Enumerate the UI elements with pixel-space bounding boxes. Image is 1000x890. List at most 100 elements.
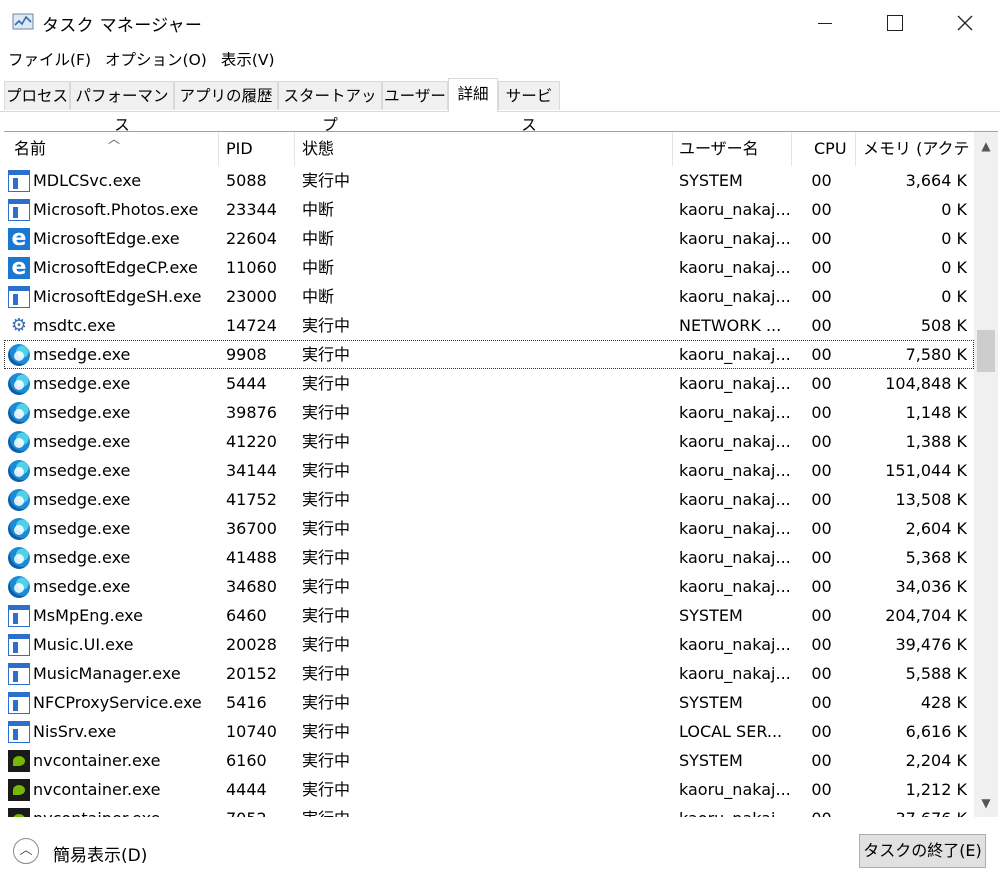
process-status: 中断 [302,229,335,248]
table-row[interactable]: msedge.exe 36700 実行中 kaoru_nakaj... 00 2,604 … [4,514,974,543]
table-row[interactable]: nvcontainer.exe 7052 実行中 kaoru_nakaj...00 37… [4,804,974,817]
column-status[interactable]: 状態 [302,132,672,166]
process-pid: 41220 [226,432,277,451]
process-name: NFCProxyService.exe [33,693,202,712]
process-status: 実行中 [302,519,351,538]
fewer-details-link[interactable]: 簡易表示(D) [53,841,147,866]
exe-icon [8,721,30,743]
process-user: kaoru_nakaj... [679,804,791,817]
exe-icon [8,170,30,192]
scroll-up-icon[interactable]: ▲ [974,132,998,160]
process-name: msedge.exe [33,577,131,596]
table-row[interactable]: nvcontainer.exe 6160 実行中 SYSTEM 00 2,204 K [4,746,974,775]
process-memory: 2,204 K [905,751,967,770]
process-name: msedge.exe [33,490,131,509]
table-row[interactable]: e MicrosoftEdgeCP.exe 11060 中断 kaoru_nakaj..… [4,253,974,282]
process-pid: 39876 [226,403,277,422]
menu-options[interactable]: オプション(O) [98,46,214,74]
process-user: kaoru_nakaj... [679,490,791,509]
column-cpu[interactable]: CPU [814,132,859,166]
table-row[interactable]: msedge.exe 41220 実行中 kaoru_nakaj... 00 1,388 … [4,427,974,456]
table-row[interactable]: NFCProxyService.exe 5416 実行中 SYSTEM 00 428 K [4,688,974,717]
process-memory: 0 K [941,287,967,306]
msdtc-icon: ⚙ [10,315,28,336]
table-row[interactable]: msedge.exe 9908 実行中 kaoru_nakaj... 00 7,580 K [4,340,974,369]
edge-icon [8,576,30,598]
edge-icon [8,518,30,540]
vertical-scrollbar[interactable]: ▲ ▼ [974,132,998,817]
tab-processes[interactable]: プロセス [4,81,70,110]
process-pid: 34680 [226,577,277,596]
scroll-thumb[interactable] [977,330,995,372]
maximize-button[interactable] [860,0,930,46]
edge-icon [8,460,30,482]
process-name: msedge.exe [33,461,131,480]
column-name[interactable]: 名前 [14,132,214,166]
process-memory: 0 K [941,258,967,277]
menu-view[interactable]: 表示(V) [214,46,282,74]
process-user: kaoru_nakaj... [679,287,791,306]
exe-icon [8,286,30,308]
exe-icon [8,692,30,714]
tab-app-history[interactable]: アプリの履歴 [174,81,278,110]
table-row[interactable]: NisSrv.exe 10740 実行中 LOCAL SER... 00 6,616 K [4,717,974,746]
table-row[interactable]: msedge.exe 34680 実行中 kaoru_nakaj... 00 34,036… [4,572,974,601]
end-task-button[interactable]: タスクの終了(E) [859,834,986,868]
process-pid: 6160 [226,751,267,770]
tab-services[interactable]: サービス [498,81,560,134]
table-row[interactable]: msedge.exe 41488 実行中 kaoru_nakaj... 00 5,368 … [4,543,974,572]
table-row[interactable]: e MicrosoftEdge.exe 22604 中断 kaoru_nakaj... 0… [4,224,974,253]
column-header: ︿ 名前 PID 状態 ユーザー名 CPU メモリ (アクテ... [4,132,974,166]
table-row[interactable]: MDLCSvc.exe 5088 実行中 SYSTEM 00 3,664 K [4,166,974,195]
table-row[interactable]: ⚙ msdtc.exe 14724 実行中 NETWORK ... 00 508 K [4,311,974,340]
process-cpu: 00 [811,722,832,741]
process-name: MDLCSvc.exe [33,171,142,190]
nvidia-icon [8,750,30,772]
menu-file[interactable]: ファイル(F) [0,46,98,74]
table-row[interactable]: msedge.exe 39876 実行中 kaoru_nakaj... 00 1,148 … [4,398,974,427]
column-pid[interactable]: PID [226,132,294,166]
process-user: kaoru_nakaj... [679,577,791,596]
table-row[interactable]: msedge.exe 34144 実行中 kaoru_nakaj... 00 151,04… [4,456,974,485]
table-row[interactable]: MusicManager.exe 20152 実行中 kaoru_nakaj... 00… [4,659,974,688]
close-button[interactable] [930,0,1000,46]
process-status: 実行中 [302,171,351,190]
process-status: 実行中 [302,635,351,654]
process-name: MsMpEng.exe [33,606,143,625]
chevron-up-icon[interactable]: ︿ [13,838,39,864]
table-row[interactable]: MsMpEng.exe 6460 実行中 SYSTEM 00 204,704 K [4,601,974,630]
process-user: LOCAL SER... [679,722,783,741]
process-user: kaoru_nakaj... [679,519,791,538]
table-row[interactable]: msedge.exe 5444 実行中 kaoru_nakaj... 00 104,848… [4,369,974,398]
process-user: kaoru_nakaj... [679,374,791,393]
column-user[interactable]: ユーザー名 [679,132,789,166]
process-name: msdtc.exe [33,316,116,335]
process-name: msedge.exe [33,548,131,567]
minimize-button[interactable] [790,0,860,46]
column-memory[interactable]: メモリ (アクテ... [863,132,971,166]
process-pid: 34144 [226,461,277,480]
tab-startup[interactable]: スタートアップ [278,81,382,134]
process-cpu: 00 [811,519,832,538]
scroll-down-icon[interactable]: ▼ [974,789,998,817]
tab-users[interactable]: ユーザー [382,81,448,110]
process-pid: 5088 [226,171,267,190]
tab-performance[interactable]: パフォーマンス [70,81,174,134]
process-pid: 23000 [226,287,277,306]
table-row[interactable]: MicrosoftEdgeSH.exe 23000 中断 kaoru_nakaj...… [4,282,974,311]
process-cpu: 00 [811,606,832,625]
process-status: 実行中 [302,577,351,596]
process-user: kaoru_nakaj... [679,432,791,451]
exe-icon [8,663,30,685]
table-row[interactable]: Music.UI.exe 20028 実行中 kaoru_nakaj... 00 39,4… [4,630,974,659]
process-user: kaoru_nakaj... [679,548,791,567]
table-row[interactable]: nvcontainer.exe 4444 実行中 kaoru_nakaj... 00 1,… [4,775,974,804]
process-cpu: 00 [811,635,832,654]
tab-details[interactable]: 詳細 [448,78,498,112]
table-row[interactable]: msedge.exe 41752 実行中 kaoru_nakaj... 00 13,508… [4,485,974,514]
table-row[interactable]: Microsoft.Photos.exe 23344 中断 kaoru_nakaj..… [4,195,974,224]
process-memory: 34,036 K [895,577,967,596]
process-name: MicrosoftEdgeCP.exe [33,258,198,277]
process-memory: 0 K [941,229,967,248]
process-user: kaoru_nakaj... [679,345,791,364]
